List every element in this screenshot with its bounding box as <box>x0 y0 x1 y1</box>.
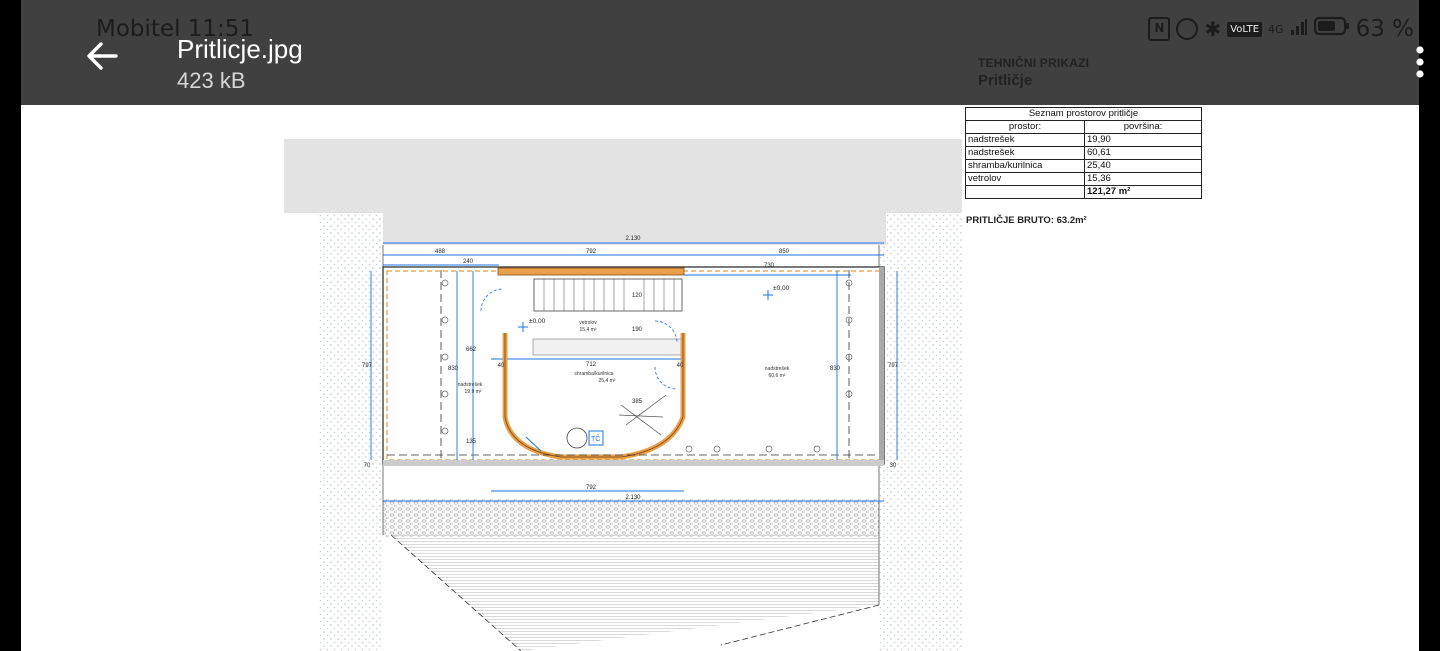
table-row: shramba/kurilnica 25,40 <box>965 159 1202 173</box>
gross-area-label: PRITLIČJE BRUTO: 63.2m² <box>966 215 1087 226</box>
room-nadstresek-right: nadstrešek <box>765 366 790 372</box>
dim-797-right: 797 <box>888 363 899 369</box>
gravel-strip <box>383 499 879 537</box>
network-type: 4G <box>1268 22 1284 36</box>
dim-792-bottom: 792 <box>586 485 597 491</box>
table-header-area: površina: <box>1084 120 1202 134</box>
table-row: vetrolov 15,36 <box>965 172 1202 186</box>
dim-385: 385 <box>632 399 643 405</box>
dim-712: 712 <box>586 362 597 368</box>
arrow-left-icon <box>87 42 118 70</box>
room-shramba-area: 25,4 m² <box>599 378 616 384</box>
table-cell: 25,40 <box>1084 159 1202 173</box>
table-header-room: prostor: <box>965 120 1085 134</box>
dim-792: 792 <box>586 249 597 255</box>
room-schedule-table: Seznam prostorov pritličje prostor: povr… <box>965 107 1202 199</box>
floor-plan: TČ ±0,00 ±0,00 vetrolov 15,4 m² shramba/… <box>284 139 962 651</box>
table-cell: nadstrešek <box>965 146 1085 160</box>
sheet-header: TEHNIČNI PRIKAZI Pritličje <box>978 56 1089 89</box>
file-size: 423 kB <box>177 68 246 93</box>
image-viewer[interactable]: TČ ±0,00 ±0,00 vetrolov 15,4 m² shramba/… <box>21 105 1419 651</box>
dim-662: 662 <box>466 347 477 353</box>
table-cell: 19,90 <box>1084 133 1202 147</box>
dim-40-right: 40 <box>677 363 684 369</box>
terrain-left <box>318 213 383 651</box>
dim-240: 240 <box>463 259 474 265</box>
table-cell <box>965 185 1085 199</box>
driveway <box>284 139 962 245</box>
volte-icon: VoLTE <box>1227 21 1263 37</box>
table-title: Seznam prostorov pritličje <box>965 107 1202 121</box>
level-label-left: ±0,00 <box>529 318 546 325</box>
table-total: 121,27 m² <box>1084 185 1202 199</box>
dim-830-left: 830 <box>448 366 459 372</box>
stairs <box>533 278 683 312</box>
dim-120: 120 <box>632 293 643 299</box>
level-label-right: ±0,00 <box>773 285 790 292</box>
table-row: nadstrešek 60,61 <box>965 146 1202 160</box>
table-row: nadstrešek 19,90 <box>965 133 1202 147</box>
dim-70: 70 <box>364 463 371 469</box>
room-shramba: shramba/kurilnica <box>574 371 613 377</box>
table-cell: 60,61 <box>1084 146 1202 160</box>
dim-488: 488 <box>435 249 446 255</box>
dim-30: 30 <box>890 463 897 469</box>
table-total-row: 121,27 m² <box>965 185 1202 199</box>
dim-40-left: 40 <box>498 363 505 369</box>
room-vetrolov: vetrolov <box>579 320 597 326</box>
table-cell: shramba/kurilnica <box>965 159 1085 173</box>
more-options-button[interactable] <box>1412 44 1428 84</box>
battery-icon <box>1313 16 1350 42</box>
boiler-symbol <box>566 427 588 449</box>
terrain-right <box>879 213 962 651</box>
lower-area <box>391 535 879 651</box>
signal-icon <box>1290 16 1308 42</box>
dim-total-top: 2.130 <box>625 236 641 242</box>
table-cell: vetrolov <box>965 172 1085 186</box>
back-button[interactable] <box>82 36 122 76</box>
battery-percent: 63 % <box>1355 16 1414 42</box>
room-nadstresek-left: nadstrešek <box>458 382 483 388</box>
dim-total-bottom: 2.130 <box>625 495 641 501</box>
table-cell: 15,36 <box>1084 172 1202 186</box>
status-icons: N ✱ VoLTE 4G 63 % <box>1148 16 1414 42</box>
nfc-icon: N <box>1148 17 1171 41</box>
dim-190: 190 <box>632 327 643 333</box>
dim-850: 850 <box>779 249 790 255</box>
section-label: TEHNIČNI PRIKAZI <box>978 56 1090 70</box>
dim-830-right: 830 <box>830 366 841 372</box>
room-vetrolov-area: 15,4 m² <box>580 327 597 333</box>
file-name: Pritlicje.jpg <box>177 34 303 64</box>
more-vertical-icon <box>1416 46 1424 78</box>
dim-797-left: 797 <box>362 363 373 369</box>
alarm-icon <box>1176 18 1199 40</box>
dim-730: 730 <box>764 263 775 269</box>
room-nadstresek-right-area: 60,6 m² <box>769 373 786 379</box>
bluetooth-icon: ✱ <box>1204 17 1222 41</box>
table-cell: nadstrešek <box>965 133 1085 147</box>
heat-pump-label: TČ <box>591 434 600 443</box>
sheet-title: Pritličje <box>978 72 1033 89</box>
dim-135: 135 <box>466 439 477 445</box>
